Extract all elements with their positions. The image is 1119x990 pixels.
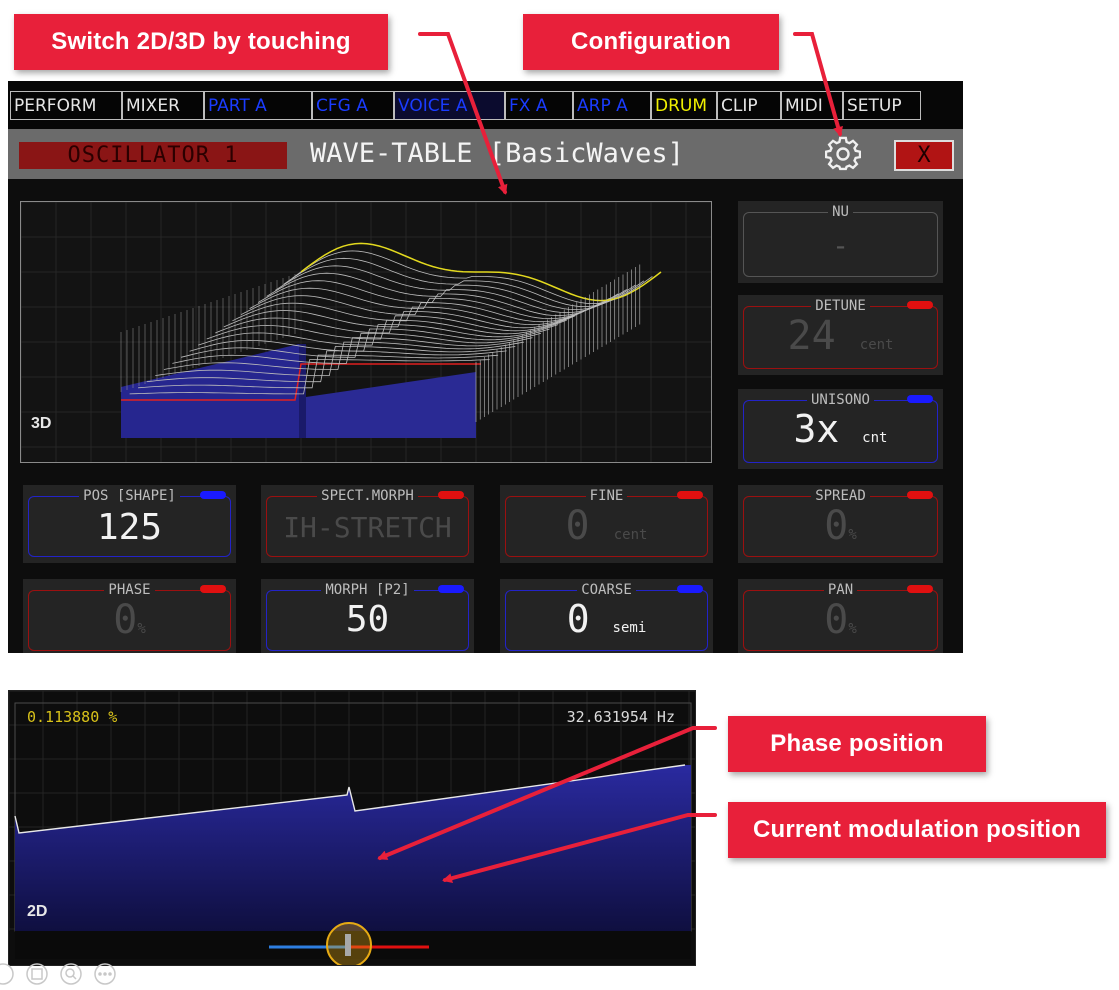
tab-clip[interactable]: CLIP — [717, 91, 781, 120]
knob-label: UNISONO — [738, 392, 943, 408]
knob-value: 0 cent — [565, 503, 648, 549]
frequency-readout: 32.631954 Hz — [566, 708, 675, 726]
tab-mixer[interactable]: MIXER — [122, 91, 204, 120]
gear-icon[interactable] — [825, 136, 861, 172]
title-bar: OSCILLATOR 1 WAVE-TABLE [BasicWaves] X — [8, 129, 963, 179]
oscillator-screen: PERFORM MIXER PART A CFG A VOICE A FX A ARP AD… — [8, 81, 963, 653]
save-icon — [26, 963, 48, 985]
edit-icon — [0, 963, 14, 985]
tab-setup[interactable]: SETUP — [843, 91, 921, 120]
knob-spread[interactable]: SPREAD 0% — [738, 485, 943, 563]
knob-detune[interactable]: DETUNE 24 cent — [738, 295, 943, 375]
view-mode-3d-label: 3D — [31, 415, 52, 432]
knob-label: COARSE — [500, 582, 713, 598]
zoom-icon — [60, 963, 82, 985]
knob-label: MORPH [P2] — [261, 582, 474, 598]
tab-part-a[interactable]: PART A — [204, 91, 312, 120]
knob-label: PAN — [738, 582, 943, 598]
knob-value: 0% — [113, 597, 146, 643]
knob-label: POS [SHAPE] — [23, 488, 236, 504]
knob-fine[interactable]: FINE 0 cent — [500, 485, 713, 563]
knob-value: 24 cent — [787, 313, 894, 359]
knob-label: PHASE — [23, 582, 236, 598]
annotation-switch-2d3d: Switch 2D/3D by touching — [14, 14, 388, 70]
knob-value: 0 semi — [566, 597, 647, 641]
knob-phase[interactable]: PHASE 0% — [23, 579, 236, 653]
knob-value: 125 — [96, 507, 163, 548]
oscillator-label[interactable]: OSCILLATOR 1 — [19, 142, 287, 169]
tab-drum[interactable]: DRUM — [651, 91, 717, 120]
knob-label: DETUNE — [738, 298, 943, 314]
annotation-modulation-position: Current modulation position — [728, 802, 1106, 858]
knob-morph-p2[interactable]: MORPH [P2] 50 — [261, 579, 474, 653]
annotation-configuration: Configuration — [523, 14, 779, 70]
knob-value: 0% — [824, 503, 857, 549]
tab-voice-a[interactable]: VOICE A — [394, 91, 505, 120]
wavetable-title: WAVE-TABLE [BasicWaves] — [310, 138, 684, 169]
knob-pos-shape[interactable]: POS [SHAPE] 125 — [23, 485, 236, 563]
knob-coarse[interactable]: COARSE 0 semi — [500, 579, 713, 653]
knob-label: FINE — [500, 488, 713, 504]
knob-spect-morph[interactable]: SPECT.MORPH IH-STRETCH — [261, 485, 474, 563]
view-mode-2d-label: 2D — [27, 903, 48, 920]
knob-value: 0% — [824, 597, 857, 643]
wavetable-3d-view[interactable]: 3D — [20, 201, 712, 463]
annotation-phase-position: Phase position — [728, 716, 986, 772]
knob-pan[interactable]: PAN 0% — [738, 579, 943, 653]
tab-arp-a[interactable]: ARP A — [573, 91, 651, 120]
knob-label: NU — [738, 204, 943, 220]
tab-cfg-a[interactable]: CFG A — [312, 91, 394, 120]
phase-readout: 0.113880 % — [27, 708, 118, 726]
knob-value: - — [832, 229, 849, 262]
knob-value: 50 — [345, 599, 390, 640]
tab-midi[interactable]: MIDI — [781, 91, 843, 120]
close-button[interactable]: X — [894, 140, 954, 171]
knob-label: SPECT.MORPH — [261, 488, 474, 504]
knob-nu[interactable]: NU - — [738, 201, 943, 283]
knob-value: 3x cnt — [793, 407, 888, 451]
toolbar-icons — [0, 961, 140, 986]
tab-perform[interactable]: PERFORM — [10, 91, 122, 120]
tab-fx-a[interactable]: FX A — [505, 91, 573, 120]
wavetable-2d-view[interactable]: 0.113880 % 32.631954 Hz 2D — [8, 690, 696, 966]
knob-value: IH-STRETCH — [283, 511, 452, 544]
knob-unisono[interactable]: UNISONO 3x cnt — [738, 389, 943, 469]
tab-bar: PERFORM MIXER PART A CFG A VOICE A FX A ARP AD… — [8, 81, 963, 130]
knob-label: SPREAD — [738, 488, 943, 504]
